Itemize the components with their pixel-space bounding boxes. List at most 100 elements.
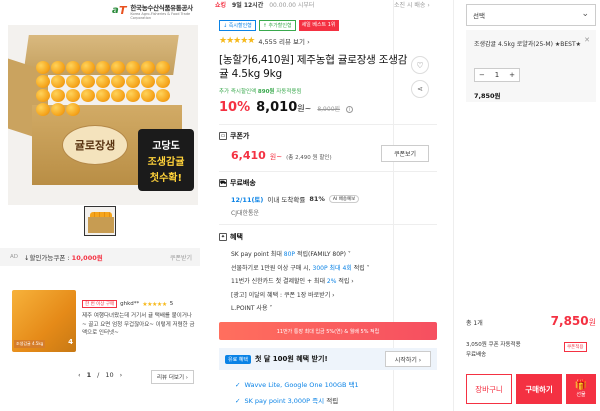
badge-instant-discount: ↓ 즉시할인형: [219, 20, 256, 31]
option-subtotal: 7,850원: [474, 92, 501, 100]
pager-current: 1: [86, 371, 92, 379]
orange-fruit: [96, 89, 110, 102]
coupon-amount: 10,000원: [71, 254, 103, 262]
orange-fruit: [36, 61, 50, 74]
orange-fruit: [51, 89, 65, 102]
seller-logo[interactable]: aT 한국농수산식품유통공사 Korea Agro-Fisheries & Fo…: [112, 2, 200, 20]
orange-fruit: [111, 89, 125, 102]
benefit-item[interactable]: 11번가 신한카드 첫 결제할인 + 최대 2% 적립 ›: [231, 275, 370, 289]
orange-fruit: [51, 103, 65, 116]
option-name: 조생감귤 4.5kg 로얄과(25-M) ★BEST★: [474, 41, 581, 48]
first-month-text: 첫 달 100원 혜택 받기!: [255, 355, 328, 363]
product-badges: ↓ 즉시할인형 ↑ 추가할인형 세일 베스트 1위: [219, 20, 339, 31]
timer-line: 쇼킹 9일 12시간 00.00.00 시부터 소진 시 배송 ›: [215, 0, 430, 411]
shipping-title: ⛟ 무료배송: [219, 179, 256, 187]
option-select[interactable]: 선택 ⌄: [466, 4, 596, 26]
review-photo-count: 4: [68, 338, 73, 346]
coupon-icon: ▭: [219, 132, 227, 140]
deal-timer: 9일 12시간: [232, 2, 264, 9]
discount-rate: 10%: [219, 100, 251, 115]
badge-extra-discount: ↑ 추가할인형: [258, 20, 296, 31]
rating-stars: ★★★★★: [219, 36, 255, 46]
buy-now-button[interactable]: 구매하기: [516, 374, 562, 404]
coupon-download-link[interactable]: 쿠폰받기: [170, 253, 192, 262]
seller-name: 한국농수산식품유통공사: [130, 4, 193, 12]
orange-fruit: [126, 89, 140, 102]
review-badge: 한 번 이상 구매: [82, 300, 118, 308]
review-score: 5: [169, 301, 174, 307]
main-product-image[interactable]: 귤로장생 고당도 조생감귤 첫수확!: [8, 25, 198, 205]
share-icon[interactable]: ⋖: [411, 80, 429, 98]
info-icon[interactable]: i: [346, 106, 354, 113]
view-coupons-button[interactable]: 쿠폰보기: [381, 145, 429, 162]
gift-icon: 🎁: [574, 380, 588, 391]
rating-summary[interactable]: ★★★★★ 4,555 리뷰 보기 ›: [219, 36, 310, 46]
total-row: 총 1개 7,850원: [466, 314, 596, 328]
orange-fruit: [66, 61, 80, 74]
orange-fruit: [36, 103, 50, 116]
orange-fruit: [141, 75, 155, 88]
pager-total: 10: [105, 371, 114, 379]
orange-fruit: [96, 75, 110, 88]
review-stars: ★★★★★: [142, 300, 167, 308]
quantity-stepper[interactable]: − 1 +: [474, 68, 520, 82]
gift-icon: ✦: [219, 233, 227, 241]
badge-best-seller: 세일 베스트 1위: [298, 20, 339, 31]
perk-item: ✓ SK pay point 3,000P 즉시 적립: [235, 397, 339, 405]
ad-label: AD: [10, 254, 18, 260]
order-notes: 3,050원 쿠폰 자동적용 무료배송: [466, 342, 521, 358]
benefit-item[interactable]: SK pay point 최대 80P 적립(FAMILY 80P) ˅: [231, 248, 370, 262]
gift-button[interactable]: 🎁 선물: [566, 374, 596, 404]
brand-label: 귤로장생: [62, 125, 128, 165]
coupon-price: 6,410 원~ (총 2,490 원 할인): [231, 149, 332, 162]
orange-fruit: [36, 75, 50, 88]
event-banner[interactable]: 11번가 통장 최대 입금 5%(연) & 월배 5% 적립: [219, 322, 437, 340]
perk-item: ✓ Wavve Lite, Google One 100GB 택1: [235, 381, 359, 389]
start-button[interactable]: 시작하기 ›: [385, 351, 431, 367]
truck-icon: ⛟: [219, 179, 227, 187]
orange-fruit: [111, 61, 125, 74]
benefit-list: SK pay point 최대 80P 적립(FAMILY 80P) ˅ 선물하…: [231, 248, 370, 316]
orange-fruit: [51, 75, 65, 88]
close-icon[interactable]: ✕: [584, 36, 590, 44]
product-gallery: aT 한국농수산식품유통공사 Korea Agro-Fisheries & Fo…: [0, 0, 200, 411]
pager-next-icon[interactable]: ›: [120, 371, 123, 379]
courier-name: CJ대한통운: [231, 210, 260, 217]
review-card[interactable]: 조생감귤 4.5kg 4 한 번 이상 구매 ghkd** ★★★★★ 5 제주…: [8, 290, 198, 360]
pager-prev-icon[interactable]: ‹: [78, 371, 81, 379]
price-row: 10% 8,010원~ 8,900원 i: [219, 100, 354, 115]
image-thumbnail[interactable]: [84, 206, 116, 236]
minus-button[interactable]: −: [479, 71, 485, 79]
orange-fruit: [156, 61, 170, 74]
check-icon: ✓: [235, 397, 241, 405]
orange-fruit: [141, 89, 155, 102]
review-count-link[interactable]: 4,555 리뷰 보기 ›: [258, 36, 309, 46]
benefit-item[interactable]: 선물하기로 1만원 이상 구매 시, 300P 최대 4회 적립 ˅: [231, 262, 370, 276]
add-to-cart-button[interactable]: 장바구니: [466, 374, 512, 404]
product-info: 쇼킹 9일 12시간 00.00.00 시부터 소진 시 배송 › ↓ 즉시할인…: [205, 0, 445, 411]
selected-option-card: 조생감귤 4.5kg 로얄과(25-M) ★BEST★ ✕ − 1 + 7,85…: [466, 30, 596, 102]
orange-fruit: [126, 75, 140, 88]
coupon-bar[interactable]: AD ↓할인가능쿠폰 : 10,000원 쿠폰받기: [0, 248, 200, 266]
orange-fruit: [96, 61, 110, 74]
benefit-item[interactable]: L.POINT 사용 ˅: [231, 302, 370, 316]
plus-button[interactable]: +: [509, 71, 515, 79]
orange-fruit: [36, 89, 50, 102]
quantity-value[interactable]: 1: [495, 71, 499, 79]
at-logo-icon: aT: [112, 4, 127, 17]
total-count: 총 1개: [466, 320, 483, 327]
heart-icon[interactable]: ♡: [411, 56, 429, 74]
ai-forecast-tag[interactable]: AI 배송예보: [328, 195, 360, 203]
review-pager: ‹ 1 / 10 ›: [78, 371, 123, 379]
benefit-item[interactable]: [광고] 이달의 혜택 : 쿠폰 1장 바로받기 ›: [231, 289, 370, 303]
delivery-estimate: 12/11(토) 이내 도착확률 81% AI 배송예보: [231, 194, 360, 204]
paid-benefit-badge: 유료 혜택: [225, 354, 251, 364]
coupon-apply-tag[interactable]: 쿠폰적용: [564, 342, 587, 352]
orange-fruit: [66, 75, 80, 88]
orange-fruit: [66, 89, 80, 102]
orange-fruit: [111, 75, 125, 88]
review-photo[interactable]: 조생감귤 4.5kg 4: [12, 290, 76, 352]
more-reviews-button[interactable]: 리뷰 더보기 ›: [151, 370, 194, 384]
first-month-offer: 유료 혜택 첫 달 100원 혜택 받기! 시작하기 ›: [219, 348, 437, 370]
benefits-title: ✦ 혜택: [219, 233, 243, 241]
